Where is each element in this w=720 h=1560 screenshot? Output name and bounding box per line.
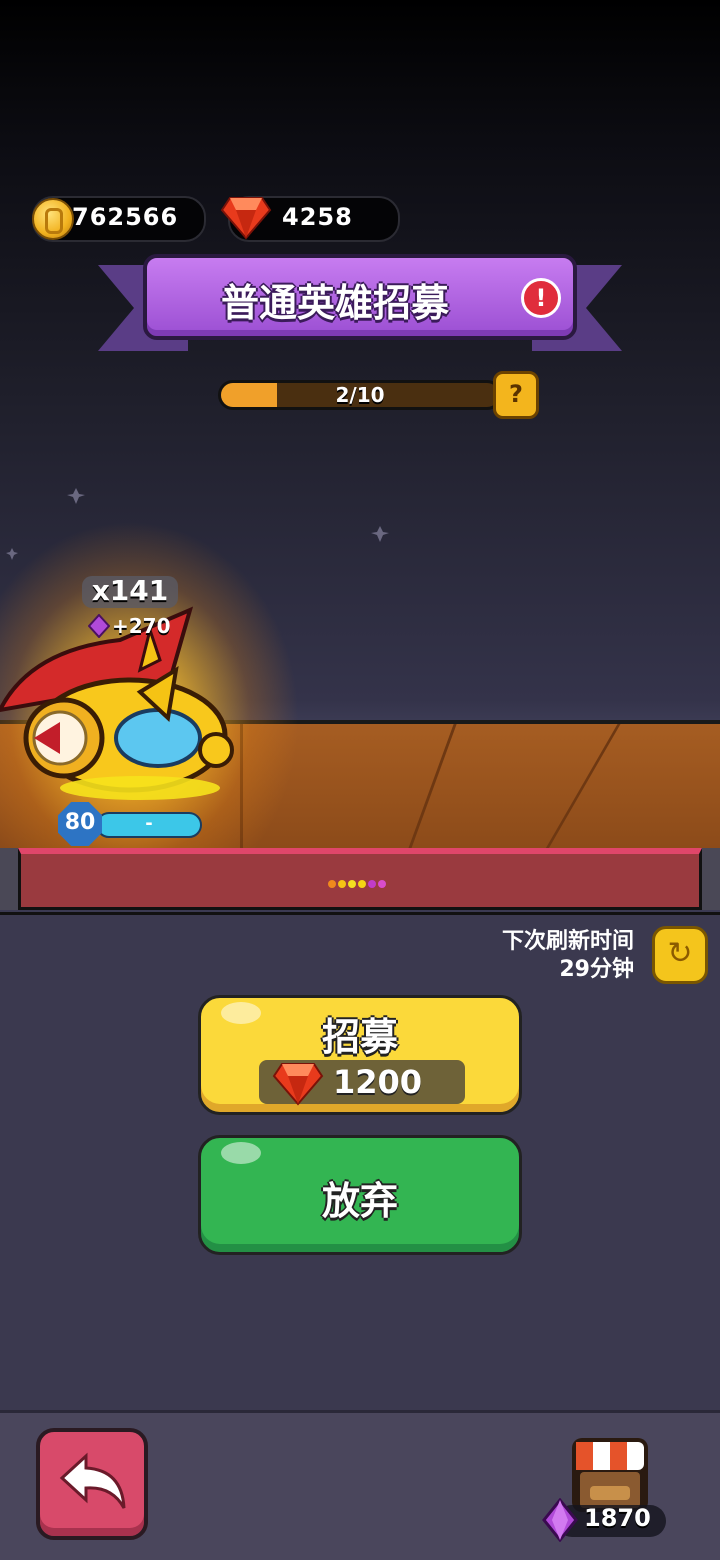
recruit-cost-box: 1200 [259,1060,465,1106]
recruit-button[interactable]: 招募 1200 [198,995,522,1115]
hero-gem-bonus: +270 [112,614,171,638]
rarity-dot [368,880,376,888]
rarity-strip [18,848,702,910]
help-button[interactable]: ? [493,371,539,419]
hero-level: 80 [64,810,96,835]
recruit-cost: 1200 [333,1063,423,1101]
rarity-dot [338,880,346,888]
refresh-button[interactable]: ↻ [652,926,708,984]
purple-gem-icon [88,614,110,638]
ruby-amount: 4258 [282,203,353,231]
strip-edge-right [702,848,720,910]
abandon-label: 放弃 [321,1179,398,1223]
recruit-banner: 普通英雄招募 ! [143,254,577,340]
progress-text: 2/10 [335,383,385,407]
strip-edge-left [0,848,18,910]
back-button[interactable] [36,1428,148,1540]
banner-title: 普通英雄招募 [220,281,449,325]
refresh-icon: ↻ [667,936,693,971]
ruby-gem-icon [220,197,272,240]
refresh-time: 29分钟 [559,957,634,982]
hero-recruit-screen: 762566 4258 普通英雄招募 ! 2/10 ? x141 +270 - … [0,0,720,1560]
button-shine [221,1142,261,1164]
abandon-button[interactable]: 放弃 [198,1135,522,1255]
alert-icon[interactable]: ! [521,278,561,318]
rarity-dot [358,880,366,888]
gold-amount: 762566 [72,203,179,231]
recruit-progress-bar: 2/10 [218,380,502,410]
hero-count: x141 [91,574,169,607]
purple-gem-icon [542,1498,578,1542]
recruit-label: 招募 [321,1015,398,1059]
floor-seam [542,724,621,854]
gold-coin-icon [32,198,74,240]
back-arrow-icon [59,1452,126,1509]
hero-xp-label: - [145,813,153,834]
refresh-label: 下次刷新时间 [501,929,634,954]
rarity-dot [328,880,336,888]
shop-gem-count: 1870 [584,1504,651,1532]
ruby-gem-icon [272,1063,324,1106]
rarity-dot [348,880,356,888]
rarity-dots [328,880,386,888]
refresh-timer: 下次刷新时间 29分钟 [502,928,634,984]
rarity-dot [378,880,386,888]
floor-seam [406,724,457,854]
